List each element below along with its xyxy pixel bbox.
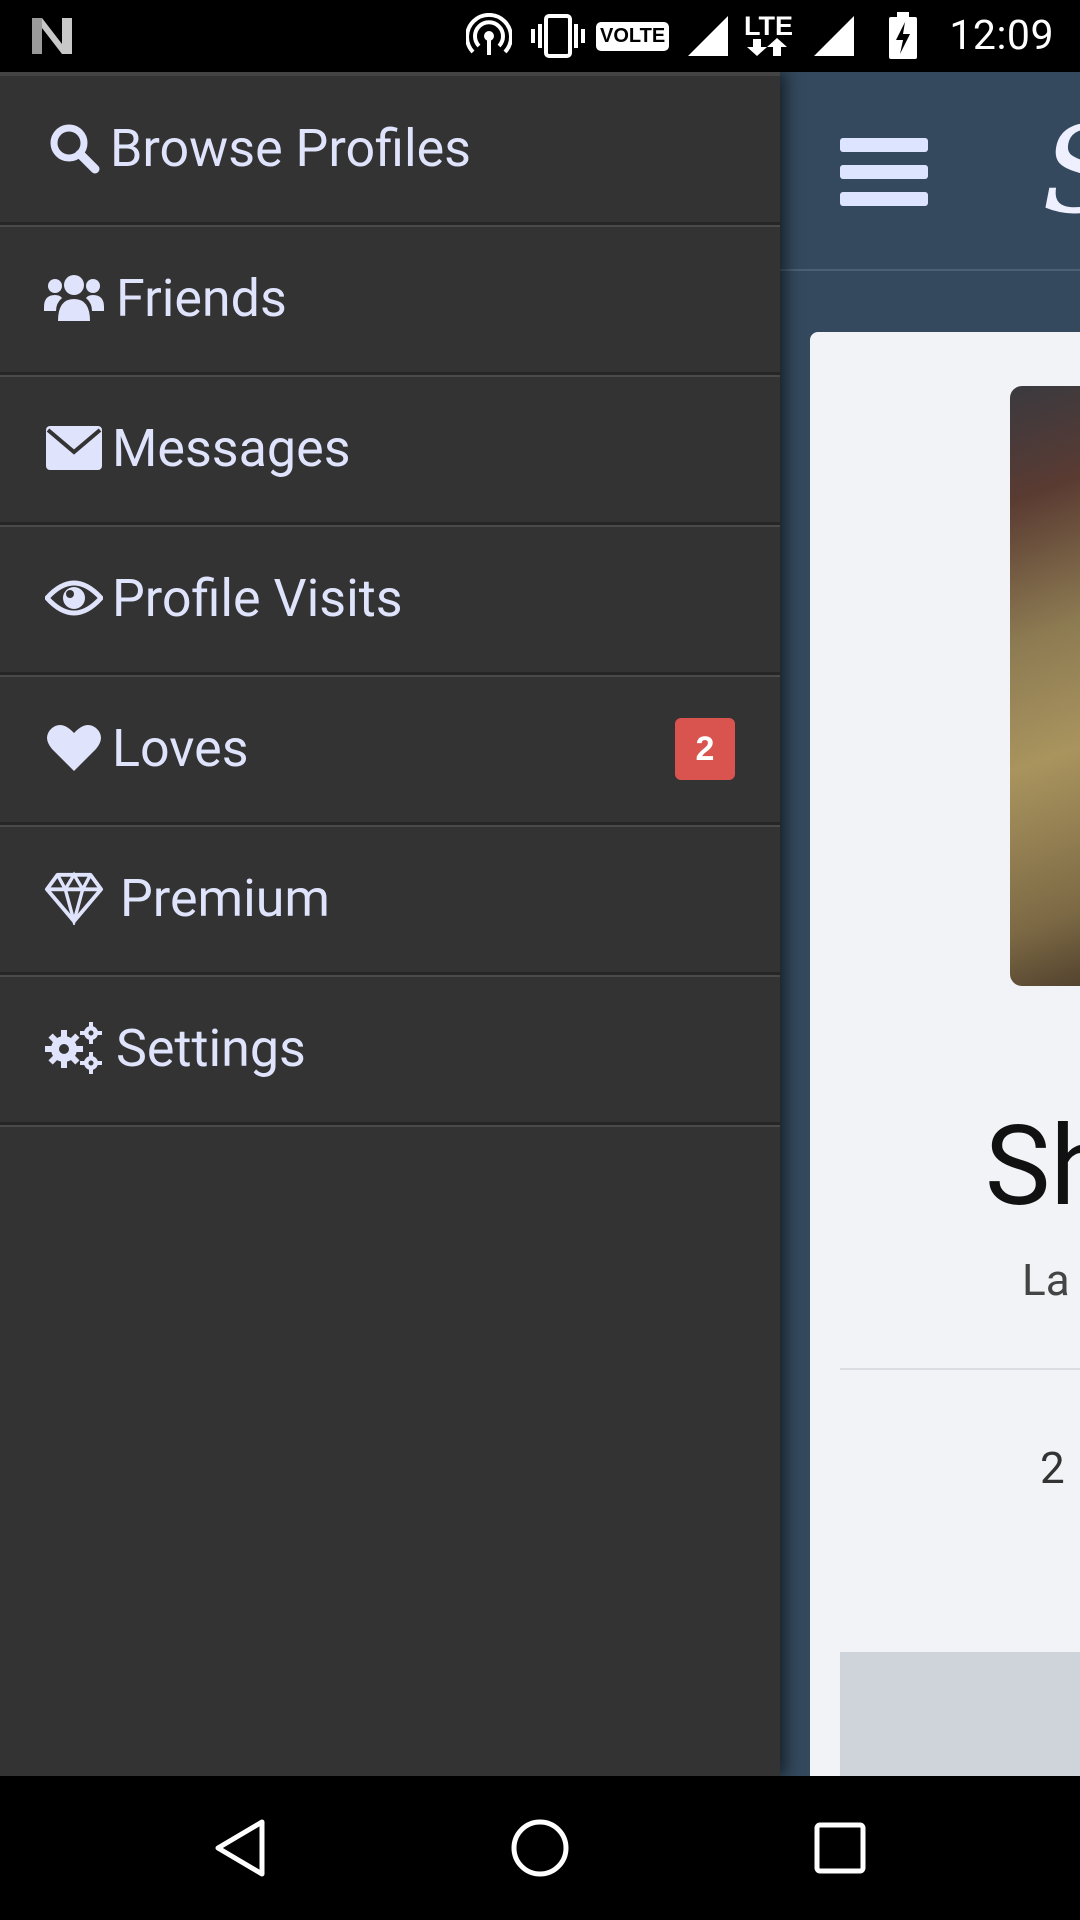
system-navigation-bar — [0, 1776, 1080, 1920]
card-divider — [840, 1368, 1080, 1370]
diamond-icon — [44, 868, 104, 928]
signal-icon — [686, 0, 730, 72]
search-icon — [44, 118, 104, 178]
recents-icon — [814, 1822, 866, 1874]
back-button[interactable] — [170, 1776, 310, 1920]
profile-stat: 2 — [1040, 1442, 1065, 1494]
background-app: S Sh La 2 — [780, 72, 1080, 1776]
heart-icon — [44, 718, 104, 778]
home-icon — [511, 1819, 569, 1877]
menu-label-loves: Loves — [112, 717, 249, 779]
menu-item-premium[interactable]: Premium — [0, 824, 780, 975]
brand-logo-partial: S — [1042, 112, 1080, 232]
envelope-icon — [44, 418, 104, 478]
signal-icon-2 — [812, 0, 856, 72]
menu-label-settings: Settings — [116, 1017, 306, 1079]
header-divider — [780, 269, 1080, 271]
back-icon — [215, 1819, 265, 1877]
navigation-drawer: Browse Profiles Friends Messages Profile… — [0, 72, 780, 1776]
menu-label-friends: Friends — [116, 267, 287, 329]
hamburger-menu-icon[interactable] — [840, 132, 928, 212]
profile-photo[interactable] — [1010, 386, 1080, 986]
clock-time: 12:09 — [949, 12, 1054, 60]
battery-charging-icon — [888, 0, 918, 72]
notification-n-icon — [30, 0, 74, 72]
phone-screen: VOLTE LTE 12:09 S La 2 Browse Profiles F… — [0, 0, 1080, 1920]
users-icon — [44, 268, 104, 328]
home-button[interactable] — [470, 1776, 610, 1920]
profile-subtitle: La — [1022, 1254, 1070, 1306]
eye-icon — [44, 568, 104, 628]
vibrate-icon — [530, 0, 586, 72]
status-bar: VOLTE LTE 12:09 — [0, 0, 1080, 72]
menu-item-messages[interactable]: Messages — [0, 374, 780, 525]
gears-icon — [44, 1018, 104, 1078]
lte-icon: LTE — [744, 0, 793, 72]
profile-card: Sh La 2 — [810, 332, 1080, 1776]
menu-label-messages: Messages — [112, 417, 351, 479]
loves-count-badge: 2 — [675, 718, 735, 780]
menu-item-profile-visits[interactable]: Profile Visits — [0, 524, 780, 675]
volte-badge: VOLTE — [596, 0, 670, 72]
hotspot-icon — [466, 0, 512, 72]
menu-item-browse-profiles[interactable]: Browse Profiles — [0, 74, 780, 225]
menu-item-loves[interactable]: Loves 2 — [0, 674, 780, 825]
card-action-area[interactable] — [840, 1652, 1080, 1776]
recents-button[interactable] — [770, 1776, 910, 1920]
profile-name: Sh — [985, 1102, 1080, 1231]
menu-item-settings[interactable]: Settings — [0, 974, 780, 1125]
menu-label-browse-profiles: Browse Profiles — [110, 117, 472, 179]
menu-label-premium: Premium — [120, 867, 331, 929]
menu-item-friends[interactable]: Friends — [0, 224, 780, 375]
menu-label-profile-visits: Profile Visits — [112, 567, 403, 629]
